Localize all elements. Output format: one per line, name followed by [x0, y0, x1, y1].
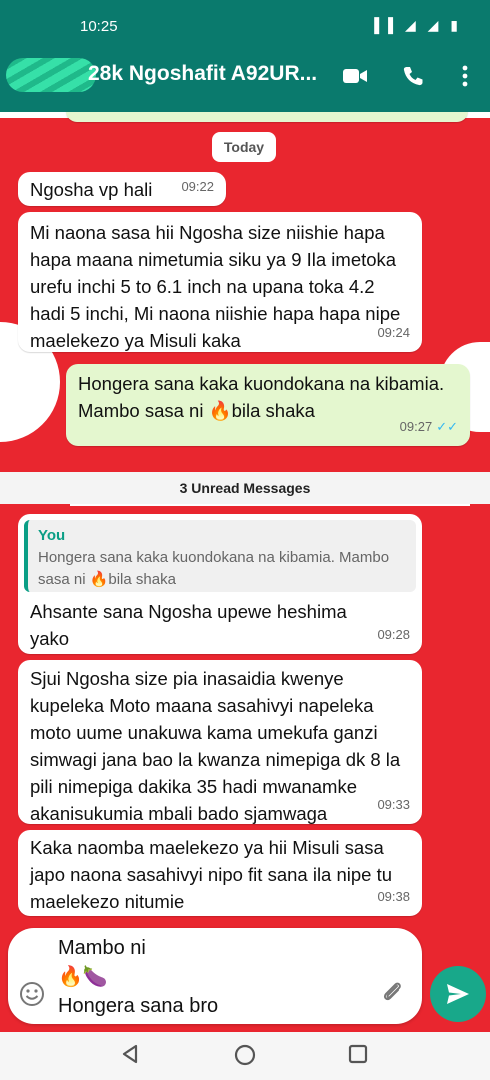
system-nav-bar [0, 1032, 490, 1080]
quoted-text: Hongera sana kaka kuondokana na kibamia.… [38, 549, 390, 588]
unread-separator: 3 Unread Messages [0, 472, 490, 504]
message-text: Ngosha vp hali [30, 179, 153, 200]
message-time: 09:28 [377, 627, 410, 642]
back-avatar-button[interactable] [6, 58, 96, 92]
message-input[interactable]: Mambo ni 🔥🍆 Hongera sana bro [58, 934, 218, 1021]
send-button[interactable] [430, 966, 486, 1022]
nav-home-icon[interactable] [232, 1042, 262, 1070]
incoming-message[interactable]: Mi naona sasa hii Ngosha size niishie ha… [18, 212, 422, 352]
status-bar: 10:25 ▐▐ ◢ ◢ ▮ [0, 16, 490, 44]
message-time: 09:33 [377, 797, 410, 812]
message-time: 09:24 [377, 325, 410, 340]
send-icon [447, 984, 469, 1004]
chat-area[interactable]: Today Ngosha vp hali 09:22 Mi naona sasa… [0, 112, 490, 1032]
message-time: 09:27 [399, 419, 433, 434]
message-text: Sjui Ngosha size pia inasaidia kwenye ku… [30, 668, 401, 824]
nav-recents-icon[interactable] [346, 1042, 376, 1070]
message-text: Hongera sana kaka kuondokana na kibamia.… [78, 373, 445, 421]
phone-icon[interactable] [398, 62, 428, 90]
chat-header: 28k Ngoshafit A92UR... [0, 52, 490, 100]
message-time: 09:22 [181, 179, 214, 194]
date-separator: Today [212, 132, 276, 162]
message-time: 09:38 [377, 889, 410, 904]
message-text: Mi naona sasa hii Ngosha size niishie ha… [30, 222, 401, 351]
attach-icon[interactable] [378, 978, 408, 1008]
message-time-status: 09:27 ✓✓ [400, 413, 458, 440]
read-ticks-icon: ✓✓ [436, 419, 458, 434]
app-header: 10:25 ▐▐ ◢ ◢ ▮ 28k Ngoshafit A92UR... [0, 0, 490, 112]
incoming-message[interactable]: Ngosha vp hali 09:22 [18, 172, 226, 206]
incoming-reply-message[interactable]: You Hongera sana kaka kuondokana na kiba… [18, 514, 422, 654]
message-input-bar[interactable]: Mambo ni 🔥🍆 Hongera sana bro [8, 928, 422, 1024]
outgoing-message[interactable]: Hongera sana kaka kuondokana na kibamia.… [66, 364, 470, 446]
status-icons: ▐▐ ◢ ◢ ▮ [369, 17, 462, 33]
status-time: 10:25 [80, 18, 118, 35]
emoji-icon[interactable] [18, 980, 48, 1010]
contact-name[interactable]: 28k Ngoshafit A92UR... [88, 62, 317, 86]
message-text: Ahsante sana Ngosha upewe heshima yako [30, 601, 347, 649]
quoted-message[interactable]: You Hongera sana kaka kuondokana na kiba… [24, 520, 416, 592]
more-options-icon[interactable] [450, 62, 480, 90]
quoted-author: You [38, 527, 66, 544]
message-text: Kaka naomba maelekezo ya hii Misuli sasa… [30, 837, 393, 912]
video-call-icon[interactable] [340, 62, 370, 90]
nav-back-icon[interactable] [118, 1042, 148, 1070]
incoming-message[interactable]: Kaka naomba maelekezo ya hii Misuli sasa… [18, 830, 422, 916]
incoming-message[interactable]: Sjui Ngosha size pia inasaidia kwenye ku… [18, 660, 422, 824]
message-bubble-partial[interactable] [66, 112, 468, 122]
